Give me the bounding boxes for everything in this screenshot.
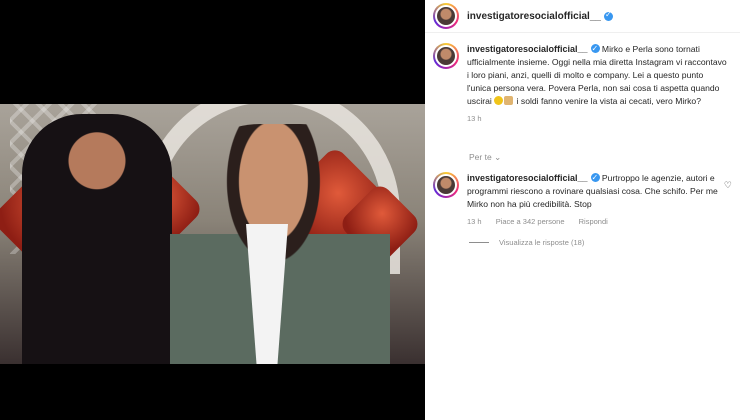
verified-badge-icon — [590, 42, 600, 55]
post-photo[interactable] — [0, 104, 425, 364]
post-header: investigatoresocialofficial__ — [425, 0, 740, 33]
comment-item: investigatoresocialofficial__ Purtroppo … — [433, 171, 733, 228]
comment-likes[interactable]: Piace a 342 persone — [496, 217, 565, 226]
like-comment-icon[interactable]: ♡ — [724, 180, 732, 191]
reply-button[interactable]: Rispondi — [579, 217, 608, 226]
chevron-down-icon: ⌄ — [494, 152, 502, 162]
verified-badge-icon — [603, 10, 613, 21]
avatar[interactable] — [433, 43, 459, 69]
view-replies-label: Visualizza le risposte (18) — [499, 238, 585, 247]
caption-text-end: i soldi fanno venire la vista ai cecati,… — [514, 96, 701, 106]
comment-filter[interactable]: Per te ⌄ — [469, 152, 501, 163]
divider-line — [469, 242, 489, 243]
comments-pane: investigatoresocialofficial__ investigat… — [425, 0, 740, 420]
comment-time[interactable]: 13 h — [467, 217, 482, 226]
caption: investigatoresocialofficial__ Mirko e Pe… — [433, 42, 733, 125]
face-emoji-icon — [494, 96, 504, 105]
money-emoji-icon — [504, 96, 514, 105]
verified-badge-icon — [590, 171, 600, 184]
media-pane — [0, 0, 425, 420]
view-replies-button[interactable]: Visualizza le risposte (18) — [469, 238, 584, 247]
woman-figure — [22, 114, 172, 364]
avatar[interactable] — [433, 3, 459, 29]
avatar[interactable] — [433, 172, 459, 198]
filter-label: Per te — [469, 152, 492, 162]
caption-username[interactable]: investigatoresocialofficial__ — [467, 44, 588, 54]
caption-time[interactable]: 13 h — [467, 114, 482, 123]
header-username[interactable]: investigatoresocialofficial__ — [467, 11, 601, 22]
comment-username[interactable]: investigatoresocialofficial__ — [467, 173, 588, 183]
